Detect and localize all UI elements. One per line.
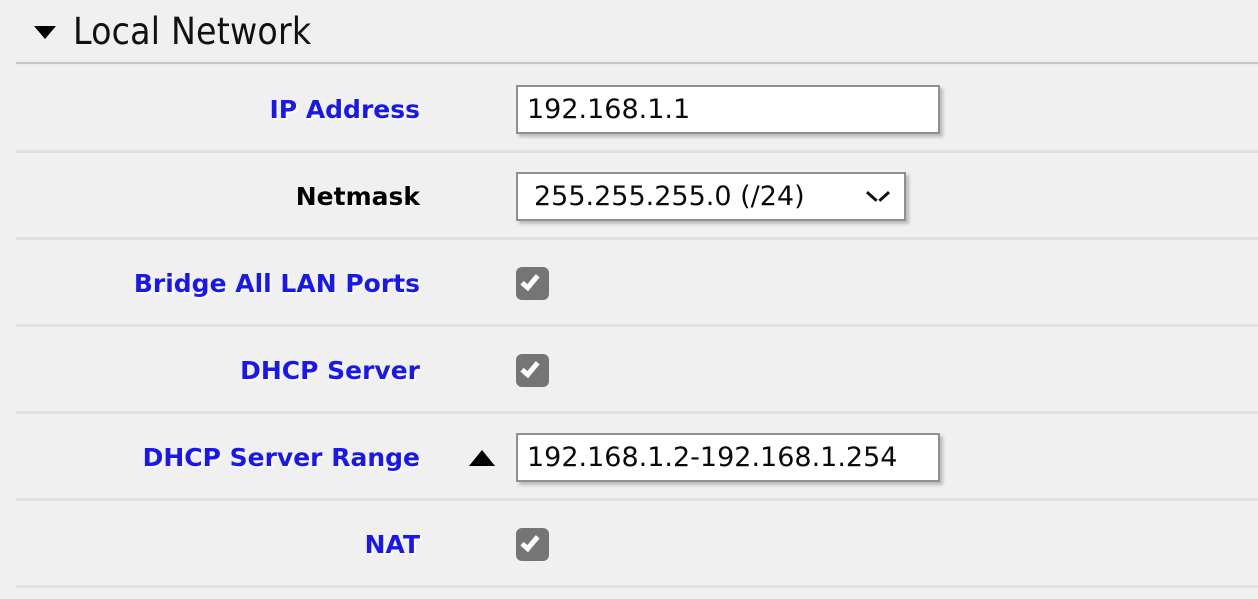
row-bridge-all-lan-ports: Bridge All LAN Ports (0, 240, 1258, 327)
control-slot-dhcp-server-range (469, 433, 940, 482)
control-slot-nat (516, 528, 549, 561)
section-header-local-network[interactable]: Local Network (0, 0, 1258, 62)
control-nat (420, 501, 1258, 588)
dhcp-server-range-input[interactable] (516, 433, 940, 482)
checkmark-icon (520, 357, 540, 379)
label-netmask: Netmask (295, 182, 420, 211)
label-dhcp-server-range[interactable]: DHCP Server Range (0, 443, 420, 472)
control-ip-address (420, 66, 1258, 153)
chevron-down-icon[interactable] (868, 191, 888, 203)
local-network-settings-panel: Local Network IP Address Netmask 255.255… (0, 0, 1258, 599)
page-title: Local Network (73, 9, 312, 53)
label-nat[interactable]: NAT (0, 530, 420, 559)
control-slot-ip-address (516, 85, 940, 134)
ip-address-input[interactable] (516, 85, 940, 134)
row-netmask: Netmask 255.255.255.0 (/24) (0, 153, 1258, 240)
nat-checkbox[interactable] (516, 528, 549, 561)
label-dhcp-server[interactable]: DHCP Server (0, 356, 420, 385)
control-bridge-all-lan-ports (420, 240, 1258, 327)
bridge-all-lan-ports-checkbox[interactable] (516, 267, 549, 300)
control-slot-bridge-all-lan-ports (516, 267, 549, 300)
dhcp-server-checkbox[interactable] (516, 354, 549, 387)
control-slot-dhcp-server (516, 354, 549, 387)
row-nat: NAT (0, 501, 1258, 588)
triangle-down-icon[interactable] (34, 26, 56, 39)
checkmark-icon (520, 531, 540, 553)
checkmark-icon (520, 270, 540, 292)
control-slot-netmask: 255.255.255.0 (/24) (516, 172, 906, 221)
netmask-select[interactable]: 255.255.255.0 (/24) (516, 172, 906, 221)
row-dhcp-server-range: DHCP Server Range (0, 414, 1258, 501)
label-bridge-all-lan-ports[interactable]: Bridge All LAN Ports (0, 269, 420, 298)
control-dhcp-server-range (420, 414, 1258, 501)
label-ip-address[interactable]: IP Address (0, 95, 420, 124)
row-ip-address: IP Address (0, 66, 1258, 153)
control-dhcp-server (420, 327, 1258, 414)
row-dhcp-server: DHCP Server (0, 327, 1258, 414)
netmask-selected-value: 255.255.255.0 (/24) (534, 181, 805, 212)
control-netmask: 255.255.255.0 (/24) (420, 153, 1258, 240)
settings-rows: IP Address Netmask 255.255.255.0 (/24) (0, 66, 1258, 588)
triangle-up-icon[interactable] (469, 449, 495, 466)
